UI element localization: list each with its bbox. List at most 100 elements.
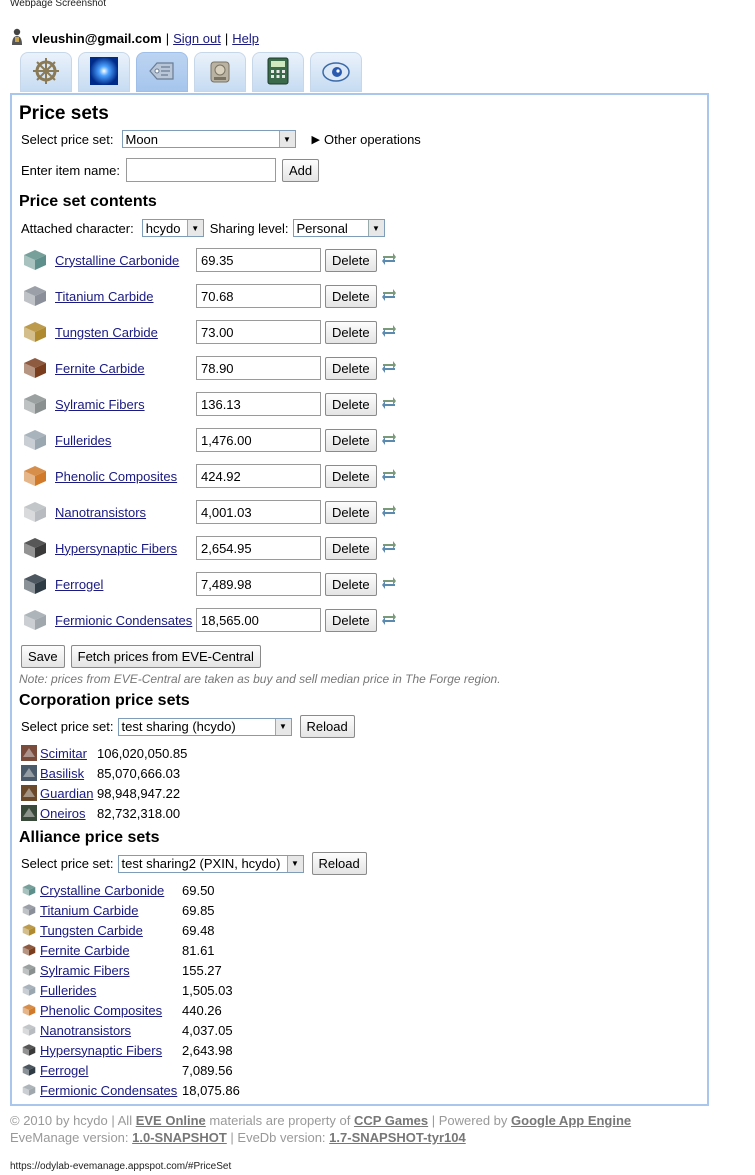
transfer-icon[interactable]	[381, 252, 397, 269]
delete-button[interactable]: Delete	[325, 248, 377, 272]
item-price: 85,070,666.03	[97, 765, 181, 781]
ship-wheel-icon	[31, 56, 61, 89]
item-link[interactable]: Fullerides	[40, 983, 182, 998]
item-link[interactable]: Sylramic Fibers	[40, 963, 182, 978]
price-set-select[interactable]: Moon ▼	[121, 130, 296, 148]
item-link[interactable]: Basilisk	[40, 766, 97, 781]
evedb-version-label: | EveDb version:	[230, 1130, 326, 1145]
item-icon	[21, 1063, 37, 1077]
corporation-reload-button[interactable]: Reload	[299, 715, 355, 738]
sharing-level-select[interactable]: Personal ▼	[292, 219, 385, 237]
transfer-icon[interactable]	[381, 360, 397, 377]
tab-blueprints[interactable]	[78, 52, 130, 92]
alliance-select-label: Select price set:	[21, 856, 114, 871]
attached-character-select[interactable]: hcydo ▼	[141, 219, 204, 237]
transfer-icon[interactable]	[381, 540, 397, 557]
chevron-down-icon: ▼	[274, 718, 291, 735]
item-price: 2,643.98	[182, 1042, 233, 1058]
item-link[interactable]: Ferrogel	[40, 1063, 182, 1078]
alliance-reload-button[interactable]: Reload	[311, 852, 367, 875]
tab-overview[interactable]	[310, 52, 362, 92]
item-icon	[21, 765, 37, 781]
sign-out-link[interactable]: Sign out	[173, 31, 221, 46]
item-link[interactable]: Fullerides	[55, 433, 196, 448]
delete-button[interactable]: Delete	[325, 536, 377, 560]
transfer-icon[interactable]	[381, 504, 397, 521]
item-link[interactable]: Tungsten Carbide	[55, 325, 196, 340]
delete-button[interactable]: Delete	[325, 500, 377, 524]
item-link[interactable]: Tungsten Carbide	[40, 923, 182, 938]
item-price-input[interactable]	[196, 284, 321, 308]
delete-button[interactable]: Delete	[325, 356, 377, 380]
item-link[interactable]: Fernite Carbide	[40, 943, 182, 958]
transfer-icon[interactable]	[381, 396, 397, 413]
item-link[interactable]: Phenolic Composites	[40, 1003, 182, 1018]
transfer-icon[interactable]	[381, 324, 397, 341]
other-operations-link[interactable]: Other operations	[324, 132, 421, 147]
evemanage-version-link[interactable]: 1.0-SNAPSHOT	[132, 1130, 227, 1145]
tab-calculator[interactable]	[252, 52, 304, 92]
sharing-level-value: Personal	[296, 220, 348, 236]
fetch-prices-button[interactable]: Fetch prices from EVE-Central	[70, 645, 261, 668]
tab-production[interactable]	[194, 52, 246, 92]
item-price-input[interactable]	[196, 392, 321, 416]
corporation-price-set-select[interactable]: test sharing (hcydo) ▼	[117, 717, 292, 736]
item-icon	[21, 282, 49, 310]
evedb-version-link[interactable]: 1.7-SNAPSHOT-tyr104	[329, 1130, 466, 1145]
add-button[interactable]: Add	[282, 158, 320, 182]
item-icon	[21, 923, 37, 937]
item-price-input[interactable]	[196, 608, 321, 632]
item-price-input[interactable]	[196, 320, 321, 344]
transfer-icon[interactable]	[381, 288, 397, 305]
tab-price-sets[interactable]	[136, 52, 188, 92]
item-link[interactable]: Fernite Carbide	[55, 361, 196, 376]
expand-triangle-icon[interactable]: ▶	[312, 133, 320, 146]
google-app-engine-link[interactable]: Google App Engine	[511, 1113, 631, 1128]
item-price-input[interactable]	[196, 464, 321, 488]
item-price-input[interactable]	[196, 428, 321, 452]
item-link[interactable]: Oneiros	[40, 806, 97, 821]
price-set-selected: Moon	[125, 131, 159, 147]
item-link[interactable]: Crystalline Carbonide	[55, 253, 196, 268]
tab-ships[interactable]	[20, 52, 72, 92]
delete-button[interactable]: Delete	[325, 428, 377, 452]
item-icon	[21, 1043, 37, 1057]
item-link[interactable]: Ferrogel	[55, 577, 196, 592]
item-price-input[interactable]	[196, 356, 321, 380]
alliance-price-set-select[interactable]: test sharing2 (PXIN, hcydo) ▼	[117, 854, 304, 873]
eve-online-link[interactable]: EVE Online	[136, 1113, 206, 1128]
transfer-icon[interactable]	[381, 576, 397, 593]
price-item-row: Hypersynaptic Fibers Delete	[21, 534, 397, 562]
item-icon	[21, 462, 49, 490]
delete-button[interactable]: Delete	[325, 608, 377, 632]
save-button[interactable]: Save	[21, 645, 65, 668]
delete-button[interactable]: Delete	[325, 392, 377, 416]
delete-button[interactable]: Delete	[325, 284, 377, 308]
delete-button[interactable]: Delete	[325, 464, 377, 488]
item-link[interactable]: Fermionic Condensates	[40, 1083, 182, 1098]
transfer-icon[interactable]	[381, 432, 397, 449]
item-link[interactable]: Fermionic Condensates	[55, 613, 196, 628]
transfer-icon[interactable]	[381, 612, 397, 629]
item-link[interactable]: Nanotransistors	[40, 1023, 182, 1038]
item-name-input[interactable]	[126, 158, 276, 182]
item-price-input[interactable]	[196, 572, 321, 596]
item-link[interactable]: Phenolic Composites	[55, 469, 196, 484]
item-price-input[interactable]	[196, 500, 321, 524]
item-price-input[interactable]	[196, 536, 321, 560]
item-link[interactable]: Nanotransistors	[55, 505, 196, 520]
delete-button[interactable]: Delete	[325, 320, 377, 344]
item-link[interactable]: Sylramic Fibers	[55, 397, 196, 412]
item-link[interactable]: Hypersynaptic Fibers	[55, 541, 196, 556]
item-link[interactable]: Guardian	[40, 786, 97, 801]
item-link[interactable]: Crystalline Carbonide	[40, 883, 182, 898]
transfer-icon[interactable]	[381, 468, 397, 485]
item-link[interactable]: Titanium Carbide	[40, 903, 182, 918]
delete-button[interactable]: Delete	[325, 572, 377, 596]
item-link[interactable]: Hypersynaptic Fibers	[40, 1043, 182, 1058]
ccp-games-link[interactable]: CCP Games	[354, 1113, 428, 1128]
help-link[interactable]: Help	[232, 31, 259, 46]
item-link[interactable]: Titanium Carbide	[55, 289, 196, 304]
item-price-input[interactable]	[196, 248, 321, 272]
item-link[interactable]: Scimitar	[40, 746, 97, 761]
